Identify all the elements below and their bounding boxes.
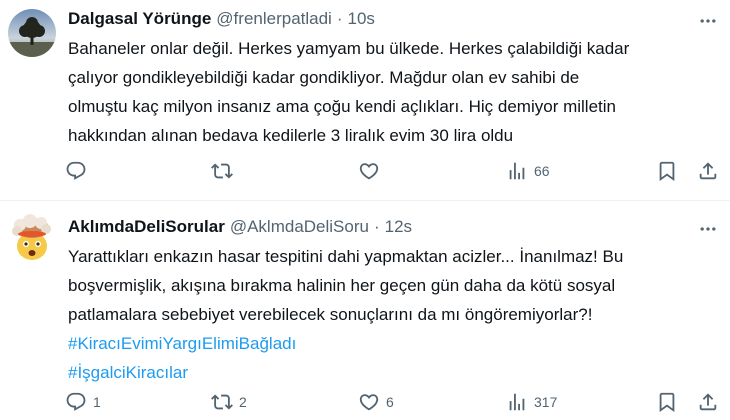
- action-bar: 66: [60, 157, 730, 185]
- timestamp[interactable]: 12s: [385, 217, 412, 237]
- share-button[interactable]: [697, 157, 719, 185]
- tweet[interactable]: AklımdaDeliSorular @AklmdaDeliSoru · 12s…: [0, 201, 730, 420]
- tweet-text: Bahaneler onlar değil. Herkes yamyam bu …: [68, 34, 718, 150]
- retweet-button[interactable]: 2: [211, 388, 247, 416]
- hashtag-link[interactable]: #KiracıEvimiYargıElimiBağladı: [68, 329, 718, 358]
- reply-button[interactable]: [65, 157, 93, 185]
- display-name[interactable]: Dalgasal Yörünge: [68, 9, 211, 29]
- bookmark-button[interactable]: [656, 388, 678, 416]
- tweet-header: AklımdaDeliSorular @AklmdaDeliSoru · 12s: [68, 216, 412, 238]
- views-icon: [506, 391, 528, 413]
- avatar[interactable]: [8, 9, 56, 57]
- tweet-text-line: çalıyor gondikleyebildiği kadar gondikli…: [68, 68, 580, 87]
- tweet-header: Dalgasal Yörünge @frenlerpatladi · 10s: [68, 8, 375, 30]
- tweet-text-line: boşvermişlik, akışına bırakma halinin he…: [68, 276, 616, 295]
- tweet-text-line: Bahaneler onlar değil. Herkes yamyam bu …: [68, 39, 630, 58]
- bookmark-button[interactable]: [656, 157, 678, 185]
- tweet[interactable]: Dalgasal Yörünge @frenlerpatladi · 10s B…: [0, 0, 730, 200]
- reply-icon: [65, 391, 87, 413]
- separator: ·: [373, 217, 380, 236]
- views-button[interactable]: 66: [506, 157, 550, 185]
- display-name[interactable]: AklımdaDeliSorular: [68, 217, 225, 237]
- retweet-icon: [211, 160, 233, 182]
- retweet-button[interactable]: [211, 157, 239, 185]
- like-icon: [358, 391, 380, 413]
- avatar[interactable]: [8, 214, 56, 262]
- exploding-head-icon: [8, 214, 56, 262]
- reply-count: 1: [93, 394, 101, 410]
- reply-icon: [65, 160, 87, 182]
- tree-avatar-icon: [8, 9, 56, 57]
- reply-button[interactable]: 1: [65, 388, 101, 416]
- like-button[interactable]: 6: [358, 388, 394, 416]
- retweet-count: 2: [239, 394, 247, 410]
- views-icon: [506, 160, 528, 182]
- views-button[interactable]: 317: [506, 388, 557, 416]
- action-bar: 1 2 6 317: [60, 388, 730, 416]
- retweet-icon: [211, 391, 233, 413]
- like-count: 6: [386, 394, 394, 410]
- more-icon: [698, 11, 718, 31]
- separator: ·: [336, 9, 343, 28]
- more-button[interactable]: [696, 217, 720, 241]
- like-icon: [358, 160, 380, 182]
- bookmark-icon: [656, 391, 678, 413]
- like-button[interactable]: [358, 157, 386, 185]
- share-button[interactable]: [697, 388, 719, 416]
- views-count: 66: [534, 163, 550, 179]
- more-button[interactable]: [696, 9, 720, 33]
- timestamp[interactable]: 10s: [348, 9, 375, 29]
- share-icon: [697, 391, 719, 413]
- more-icon: [698, 219, 718, 239]
- user-handle[interactable]: @frenlerpatladi: [216, 9, 332, 29]
- bookmark-icon: [656, 160, 678, 182]
- tweet-text: Yarattıkları enkazın hasar tespitini dah…: [68, 242, 718, 387]
- hashtag-link[interactable]: #İşgalciKiracılar: [68, 358, 718, 387]
- user-handle[interactable]: @AklmdaDeliSoru: [230, 217, 369, 237]
- tweet-text-line: Yarattıkları enkazın hasar tespitini dah…: [68, 247, 624, 266]
- tweet-text-line: patlamalara sebebiyet verebilecek sonuçl…: [68, 305, 593, 324]
- tweet-text-line: hakkından alınan bedava kedilerle 3 lira…: [68, 126, 514, 145]
- share-icon: [697, 160, 719, 182]
- views-count: 317: [534, 394, 558, 410]
- tweet-text-line: olmuştu kaç milyon insanız ama çoğu kend…: [68, 97, 616, 116]
